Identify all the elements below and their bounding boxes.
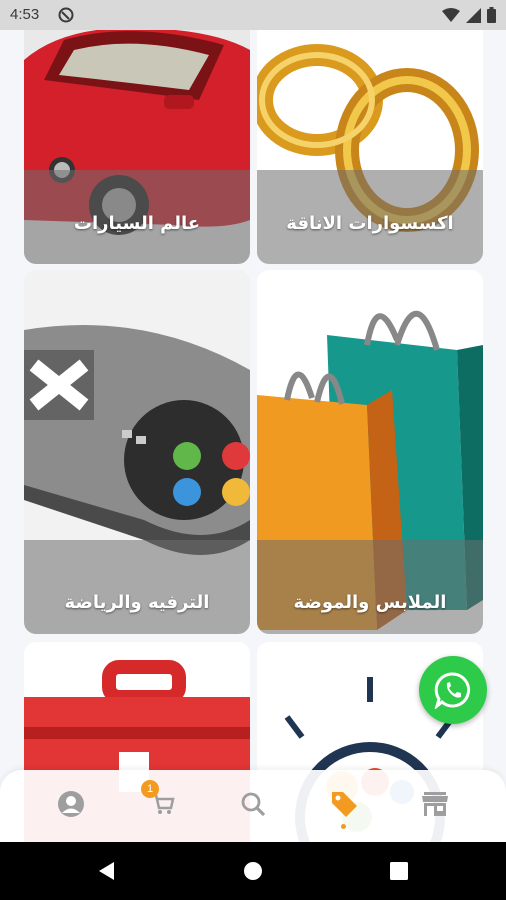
nav-store[interactable] — [415, 784, 455, 824]
category-label: اكسسوارات الاناقة — [286, 213, 454, 234]
active-indicator — [341, 824, 346, 829]
cart-badge: 1 — [141, 780, 159, 798]
recents-icon[interactable] — [388, 860, 410, 882]
category-card-accessories[interactable]: اكسسوارات الاناقة — [257, 30, 483, 264]
category-grid[interactable]: عالم السيارات اكسسوارات الاناقة الترفيه … — [0, 30, 506, 842]
search-icon — [241, 792, 266, 817]
status-bar: 4:53 — [0, 0, 506, 30]
category-card-fashion[interactable]: الملابس والموضة — [257, 270, 483, 634]
card-overlay — [257, 540, 483, 634]
category-label: عالم السيارات — [73, 213, 201, 234]
nav-search[interactable] — [233, 784, 273, 824]
home-icon[interactable] — [242, 860, 264, 882]
system-navigation-bar — [0, 842, 506, 900]
dnd-icon — [58, 7, 74, 23]
bottom-navigation: 1 — [0, 770, 506, 842]
back-icon[interactable] — [96, 860, 118, 882]
nav-cart[interactable]: 1 — [141, 780, 183, 824]
category-label: الملابس والموضة — [293, 592, 447, 613]
battery-icon — [487, 7, 496, 23]
nav-offers[interactable] — [324, 784, 364, 824]
category-label: الترفيه والرياضة — [64, 592, 210, 613]
card-overlay — [24, 540, 250, 634]
status-time: 4:53 — [10, 6, 40, 23]
wifi-icon — [442, 7, 460, 22]
whatsapp-icon — [434, 672, 471, 709]
tag-icon — [332, 792, 357, 817]
account-icon — [58, 791, 84, 817]
category-card-entertainment[interactable]: الترفيه والرياضة — [24, 270, 250, 634]
signal-icon — [466, 7, 481, 23]
category-card-cars[interactable]: عالم السيارات — [24, 30, 250, 264]
nav-account[interactable] — [51, 784, 91, 824]
store-icon — [422, 792, 448, 816]
whatsapp-button[interactable] — [419, 656, 487, 724]
